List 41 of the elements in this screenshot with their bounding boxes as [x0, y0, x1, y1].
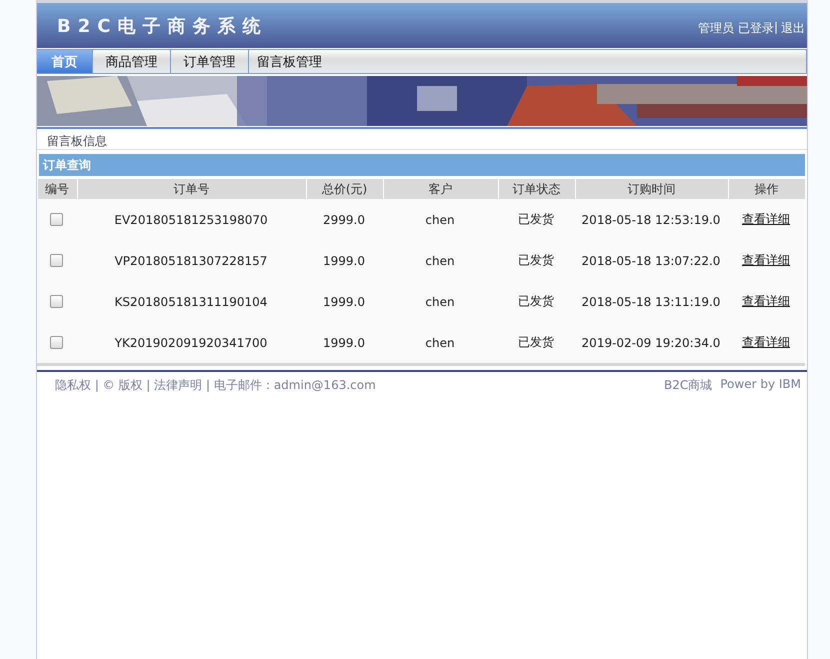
- table-cell: chen: [425, 254, 455, 268]
- table-cell: chen: [425, 212, 455, 226]
- footer-brand: B2C商城: [664, 377, 712, 394]
- detail-link[interactable]: 查看详细: [742, 293, 790, 310]
- table-cell: 已发货: [518, 293, 554, 310]
- detail-link[interactable]: 查看详细: [742, 211, 790, 228]
- table-cell: 2018-05-18 12:53:19.0: [582, 212, 720, 226]
- separator-text: |: [774, 20, 778, 36]
- breadcrumb-text: 留言板信息: [47, 134, 107, 148]
- row-checkbox[interactable]: [50, 336, 63, 349]
- table-cell: 已发货: [518, 334, 554, 351]
- row-checkbox[interactable]: [50, 254, 63, 267]
- table-cell: chen: [425, 336, 455, 350]
- footer-power: Power by IBM: [720, 377, 801, 393]
- nav-tab[interactable]: 商品管理: [93, 50, 171, 73]
- table-cell: YK201902091920341700: [114, 336, 268, 350]
- table-cell: 已发货: [518, 252, 554, 269]
- table-cell: 2018-05-18 13:11:19.0: [582, 294, 720, 308]
- table-cell: VP201805181307228157: [114, 254, 268, 268]
- table-cell: chen: [425, 294, 455, 308]
- table-cell: 2019-02-09 19:20:34.0: [582, 336, 720, 350]
- table-cell: 1999.0: [323, 294, 365, 308]
- table-cell: 2999.0: [323, 212, 365, 226]
- nav-tab[interactable]: 订单管理: [171, 50, 249, 73]
- login-status: 已登录: [738, 20, 774, 37]
- table-cell: 1999.0: [323, 254, 365, 268]
- logout-link[interactable]: 退出: [781, 20, 805, 37]
- site-title: B2C电子商务系统: [57, 14, 268, 38]
- table-cell: KS201805181311190104: [114, 294, 268, 308]
- footer-links: 隐私权 | © 版权 | 法律声明 | 电子邮件：admin@163.com: [55, 377, 376, 394]
- section-title: 订单查询: [39, 154, 805, 176]
- detail-link[interactable]: 查看详细: [742, 334, 790, 351]
- table-cell: 1999.0: [323, 336, 365, 350]
- row-checkbox[interactable]: [50, 295, 63, 308]
- detail-link[interactable]: 查看详细: [742, 252, 790, 269]
- row-checkbox[interactable]: [50, 213, 63, 226]
- table-cell: EV201805181253198070: [114, 212, 268, 226]
- user-name: 管理员: [698, 20, 734, 37]
- nav-tab[interactable]: 留言板管理: [249, 50, 322, 73]
- table-cell: 已发货: [518, 211, 554, 228]
- table-cell: 2018-05-18 13:07:22.0: [582, 254, 720, 268]
